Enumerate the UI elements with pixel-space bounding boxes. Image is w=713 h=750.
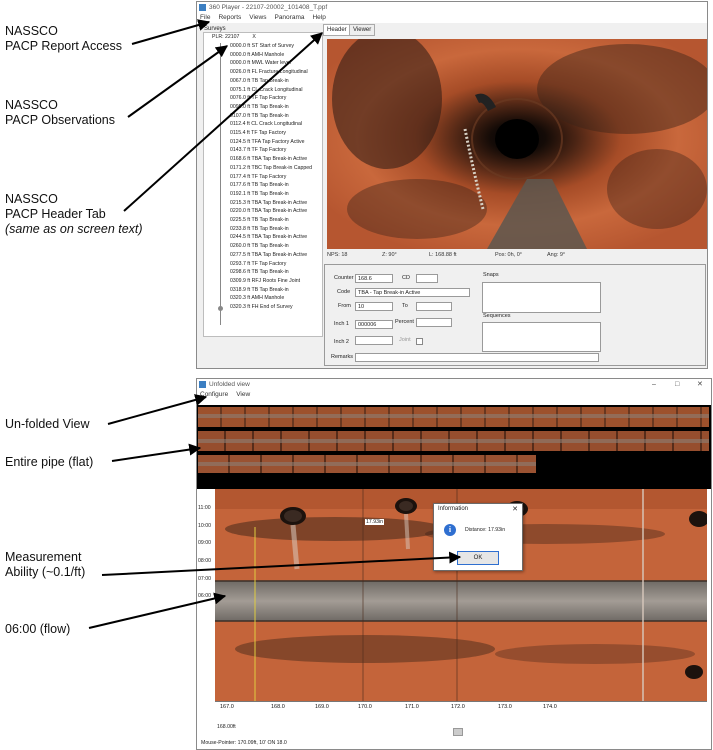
arrow-measurement — [101, 551, 462, 576]
arrow-entire-pipe — [111, 443, 202, 462]
arrow-unfolded — [107, 394, 208, 425]
arrow-flow — [88, 592, 227, 629]
arrow-header-tab — [123, 32, 323, 212]
arrow-report-access — [131, 19, 211, 45]
annotation-arrows — [88, 19, 462, 629]
arrow-observations — [127, 45, 228, 118]
